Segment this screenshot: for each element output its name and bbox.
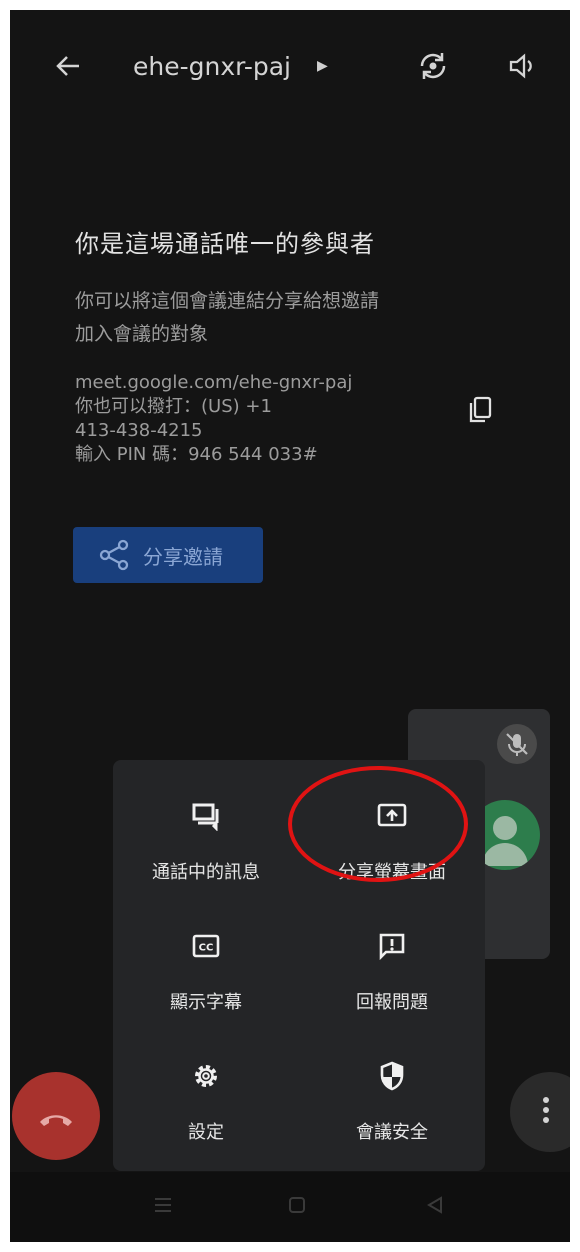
annotation-circle <box>288 766 468 882</box>
closed-caption-icon: CC <box>113 928 299 964</box>
share-instructions: 你可以將這個會議連結分享給想邀請 加入會議的對象 <box>75 285 455 351</box>
menu-item-label: 設定 <box>188 1122 224 1143</box>
more-vert-icon <box>543 1097 549 1123</box>
only-participant-heading: 你是這場通話唯一的參與者 <box>75 230 375 258</box>
copy-icon[interactable] <box>462 392 498 428</box>
gear-icon <box>113 1058 299 1094</box>
menu-item-label: 通話中的訊息 <box>152 862 260 883</box>
end-call-button[interactable] <box>12 1072 100 1160</box>
menu-item-report-problem[interactable]: 回報問題 <box>299 910 485 1030</box>
chat-icon <box>113 798 299 834</box>
share-instructions-line1: 你可以將這個會議連結分享給想邀請 <box>75 290 380 312</box>
meeting-info: meet.google.com/ehe-gnxr-paj 你也可以撥打：(US)… <box>75 371 455 467</box>
phone-hangup-icon <box>40 1115 72 1126</box>
top-bar: ehe-gnxr-paj ▶ <box>10 10 570 120</box>
switch-camera-icon[interactable] <box>413 46 453 86</box>
shield-icon <box>299 1058 485 1094</box>
home-icon[interactable] <box>282 1190 312 1220</box>
dial-in-number[interactable]: 413-438-4215 <box>75 419 455 443</box>
share-icon <box>97 538 131 572</box>
share-invite-button[interactable]: 分享邀請 <box>73 527 263 583</box>
share-invite-label: 分享邀請 <box>143 544 223 569</box>
menu-item-label: 顯示字幕 <box>170 992 242 1013</box>
menu-item-label: 會議安全 <box>356 1122 428 1143</box>
back-nav-icon[interactable] <box>420 1190 450 1220</box>
menu-item-label: 回報問題 <box>356 992 428 1013</box>
meeting-link[interactable]: meet.google.com/ehe-gnxr-paj <box>75 371 455 395</box>
meet-screen: ehe-gnxr-paj ▶ 你是這場通話唯一的參與者 你可以將這個會議連結分享… <box>10 10 570 1242</box>
dial-in-text: 你也可以撥打：(US) +1 <box>75 396 272 417</box>
chevron-right-icon[interactable]: ▶ <box>317 58 328 74</box>
svg-text:CC: CC <box>199 943 214 954</box>
mic-off-icon <box>497 724 537 764</box>
menu-item-settings[interactable]: 設定 <box>113 1040 299 1160</box>
share-instructions-line2: 加入會議的對象 <box>75 323 209 345</box>
meeting-code-title[interactable]: ehe-gnxr-paj <box>133 52 291 81</box>
menu-item-captions[interactable]: CC 顯示字幕 <box>113 910 299 1030</box>
menu-item-in-call-messages[interactable]: 通話中的訊息 <box>113 780 299 900</box>
menu-item-meeting-safety[interactable]: 會議安全 <box>299 1040 485 1160</box>
speaker-icon[interactable] <box>502 46 542 86</box>
recent-apps-icon[interactable] <box>148 1190 178 1220</box>
more-options-button[interactable] <box>510 1072 570 1152</box>
system-nav-bar <box>10 1172 570 1242</box>
pin-text: 輸入 PIN 碼：946 544 033# <box>75 444 318 465</box>
feedback-icon <box>299 928 485 964</box>
back-arrow-icon[interactable] <box>50 48 86 84</box>
